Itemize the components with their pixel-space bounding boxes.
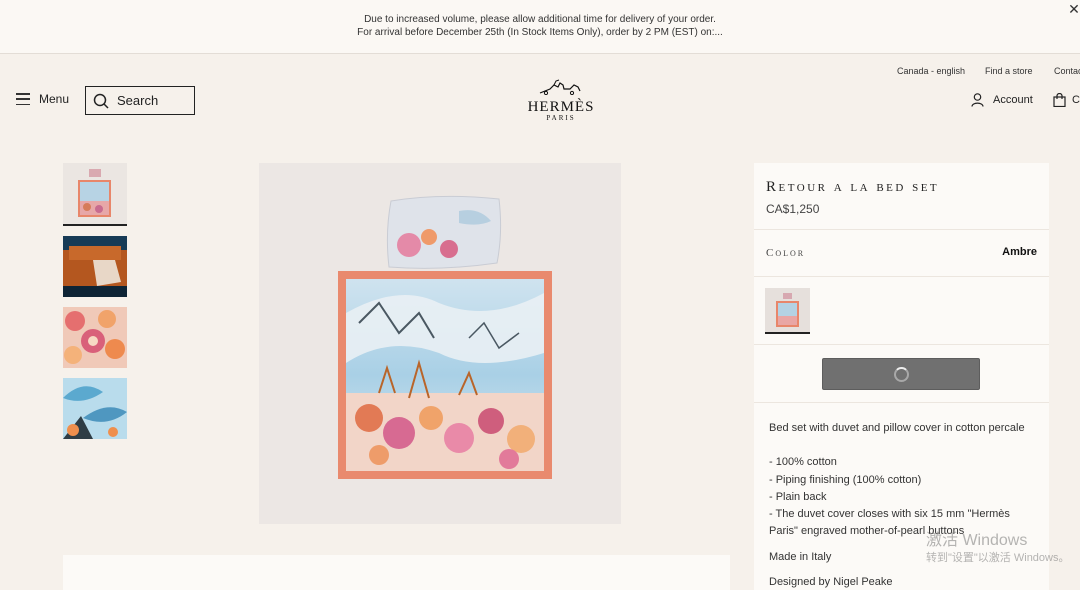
description-bullet: - Plain back <box>769 490 827 503</box>
floral-thumbnail-image <box>63 307 127 368</box>
logo-wordmark: HERMÈS <box>527 99 595 115</box>
shopping-bag-icon <box>1053 93 1066 107</box>
search-input[interactable]: Search <box>85 86 195 115</box>
bed-set-thumbnail-image <box>78 169 111 217</box>
divider <box>754 344 1049 345</box>
swatch-image <box>765 288 810 332</box>
banner-line-1: Due to increased volume, please allow ad… <box>364 14 716 25</box>
search-label: Search <box>117 93 159 108</box>
contact-link[interactable]: Contac <box>1054 66 1080 76</box>
color-swatch-ambre[interactable] <box>765 288 810 334</box>
thumbnail-bed-set-front[interactable] <box>63 163 127 226</box>
divider <box>754 402 1049 403</box>
menu-label: Menu <box>39 92 70 106</box>
color-value: Ambre <box>1002 246 1037 258</box>
user-icon <box>971 93 984 107</box>
close-icon[interactable]: ✕ <box>1068 2 1080 16</box>
divider <box>754 229 1049 230</box>
description-bullet: - The duvet cover closes with six 15 mm … <box>769 508 1010 538</box>
hamburger-icon <box>16 93 30 105</box>
search-icon <box>93 93 109 109</box>
description-bullet: - 100% cotton <box>769 456 837 469</box>
account-link[interactable]: Account <box>971 93 1033 107</box>
hermes-logo[interactable]: HERMÈS PARIS <box>525 79 597 122</box>
delivery-banner: Due to increased volume, please allow ad… <box>0 0 1080 54</box>
cart-link[interactable]: C <box>1053 93 1080 107</box>
carriage-logo-icon <box>539 79 581 96</box>
product-price: CA$1,250 <box>766 202 820 216</box>
thumbnail-floral-detail[interactable] <box>63 307 127 368</box>
leaf-thumbnail-image <box>63 378 127 439</box>
product-description: Bed set with duvet and pillow cover in c… <box>769 420 1037 590</box>
designer: Designed by Nigel Peake <box>769 576 893 589</box>
divider <box>754 276 1049 277</box>
main-product-image[interactable] <box>259 163 621 524</box>
region-selector-link[interactable]: Canada - english <box>897 66 965 76</box>
menu-button[interactable]: Menu <box>16 92 69 106</box>
description-summary: Bed set with duvet and pillow cover in c… <box>769 422 1025 434</box>
add-to-cart-button[interactable] <box>822 358 980 390</box>
color-label: Color <box>766 247 806 259</box>
logo-city: PARIS <box>546 114 576 122</box>
lower-content-block <box>63 555 730 590</box>
thumbnail-list <box>63 163 127 449</box>
product-title: Retour a la bed set <box>766 179 940 195</box>
sofa-thumbnail-image <box>63 236 127 297</box>
find-store-link[interactable]: Find a store <box>985 66 1033 76</box>
description-bullet: - Piping finishing (100% cotton) <box>769 473 922 486</box>
cart-label: C <box>1072 94 1080 106</box>
bed-set-illustration <box>338 195 552 479</box>
loading-spinner-icon <box>893 366 909 382</box>
thumbnail-bed-set-sofa[interactable] <box>63 236 127 297</box>
account-label: Account <box>993 94 1033 106</box>
banner-line-2: For arrival before December 25th (In Sto… <box>357 27 723 38</box>
thumbnail-leaf-detail[interactable] <box>63 378 127 439</box>
made-in: Made in Italy <box>769 550 832 563</box>
product-details-panel: Retour a la bed set CA$1,250 Color Ambre… <box>754 163 1049 590</box>
